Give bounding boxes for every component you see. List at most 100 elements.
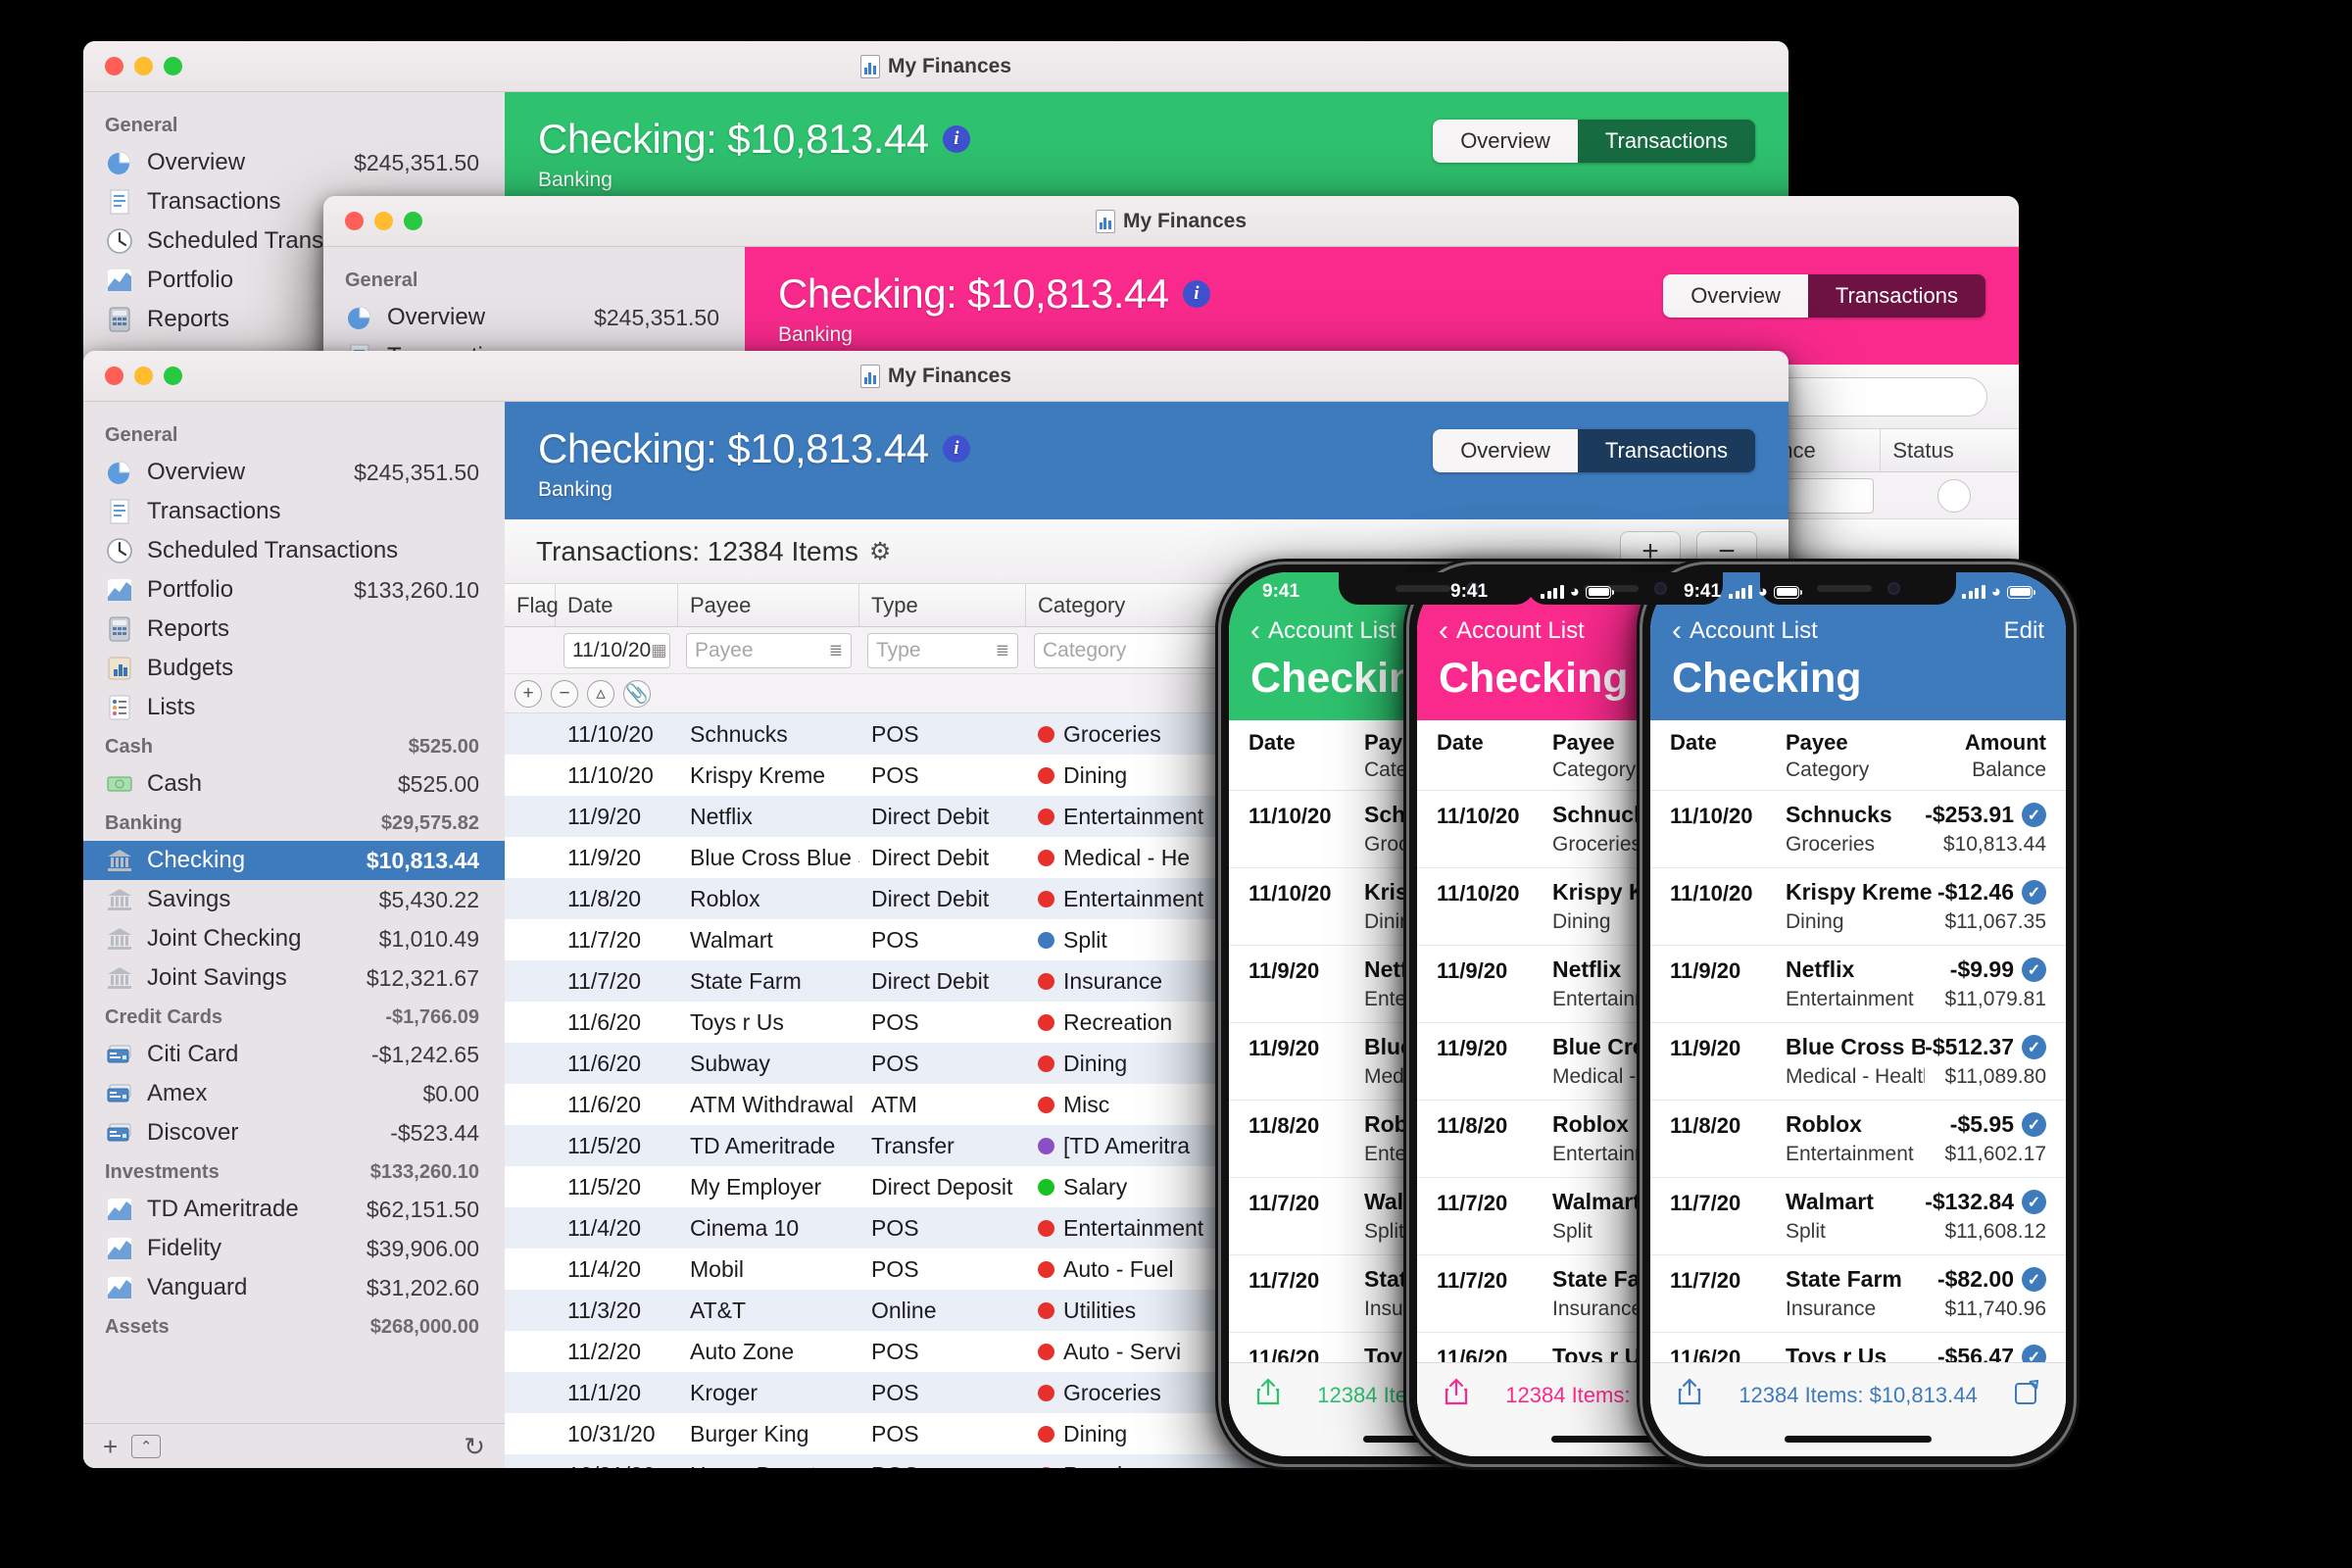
tab-transactions[interactable]: Transactions [1577, 429, 1755, 472]
compose-icon[interactable] [2013, 1377, 2040, 1406]
tab-overview[interactable]: Overview [1433, 120, 1578, 163]
phone-list-blue[interactable]: 11/10/20 Schnucks Groceries -$253.91 ✓ $10,81… [1650, 791, 2066, 1410]
tab-transactions[interactable]: Transactions [1577, 120, 1755, 163]
sidebar-blue[interactable]: General Overview $245,351.50 Transaction… [83, 402, 505, 1468]
window-title-text: My Finances [887, 54, 1012, 77]
sidebar-item-fidelity[interactable]: Fidelity $39,906.00 [83, 1229, 505, 1268]
row-date: 11/10/20 [1437, 881, 1520, 906]
sidebar-item-joint-checking[interactable]: Joint Checking $1,010.49 [83, 919, 505, 958]
info-icon[interactable]: i [942, 435, 970, 463]
type-input[interactable]: Type ≣ [867, 632, 1018, 668]
list-picker-icon[interactable]: ≣ [829, 641, 843, 661]
chevron-left-icon: ‹ [1672, 614, 1682, 647]
tab-overview[interactable]: Overview [1433, 429, 1578, 472]
add-row-icon[interactable]: + [514, 679, 542, 708]
list-picker-icon[interactable]: ≣ [996, 641, 1009, 661]
back-to-account-list[interactable]: ‹ Account List [1672, 614, 1818, 647]
column-date[interactable]: Date [556, 584, 678, 626]
row-balance: $10,813.44 [1942, 833, 2046, 856]
status-filter-toggle[interactable] [1936, 478, 1971, 513]
sidebar-item-label: Citi Card [147, 1041, 239, 1067]
sidebar-item-amex[interactable]: Amex $0.00 [83, 1074, 505, 1113]
cell-date: 11/2/20 [567, 1338, 642, 1364]
sidebar-group-total: $29,575.82 [380, 812, 479, 834]
list-item[interactable]: 11/9/20 Netflix Entertainment -$9.99 ✓ $11,07… [1650, 946, 2066, 1023]
cell-date: 11/7/20 [567, 926, 642, 953]
share-icon[interactable] [1254, 1377, 1282, 1406]
back-to-account-list[interactable]: ‹ Account List [1439, 616, 1585, 646]
list-item[interactable]: 11/9/20 Blue Cross Bl... Medical - Health.… [1650, 1023, 2066, 1101]
sidebar-item-discover[interactable]: Discover -$523.44 [83, 1113, 505, 1152]
sidebar-item-overview[interactable]: Overview $245,351.50 [323, 298, 745, 337]
sidebar-item-portfolio[interactable]: Portfolio $133,260.10 [83, 570, 505, 610]
list-item[interactable]: 11/8/20 Roblox Entertainment -$5.95 ✓ $11,602… [1650, 1101, 2066, 1178]
list-item[interactable]: 11/10/20 Krispy Kreme Dining -$12.46 ✓ $11,06… [1650, 868, 2066, 946]
collapse-button[interactable]: ⌃ [131, 1434, 162, 1458]
sidebar-item-lists[interactable]: Lists [83, 688, 505, 727]
sidebar-item-cash[interactable]: Cash $525.00 [83, 764, 505, 804]
view-segmented-control[interactable]: Overview Transactions [1433, 429, 1755, 472]
cell-date: 11/8/20 [567, 885, 642, 911]
cell-type: Direct Debit [871, 803, 990, 829]
column-type[interactable]: Type [859, 584, 1026, 626]
sidebar-item-vanguard[interactable]: Vanguard $31,202.60 [83, 1268, 505, 1307]
sidebar-item-checking[interactable]: Checking $10,813.44 [83, 841, 505, 880]
sidebar-item-label: Amex [147, 1080, 208, 1106]
info-icon[interactable]: i [942, 125, 970, 153]
row-amount: -$132.84 ✓ [1925, 1189, 2046, 1215]
status-time: 9:41 [1684, 581, 1722, 602]
calendar-icon[interactable]: ▦ [651, 641, 666, 661]
cleared-check-icon: ✓ [2022, 1112, 2046, 1137]
cell-type: POS [871, 1338, 919, 1364]
attachment-icon[interactable]: 📎 [623, 679, 651, 708]
sidebar-item-overview[interactable]: Overview $245,351.50 [83, 453, 505, 492]
sidebar-item-amount: $133,260.10 [354, 576, 479, 603]
back-to-account-list[interactable]: ‹ Account List [1250, 616, 1396, 646]
share-icon[interactable] [1443, 1377, 1470, 1406]
sidebar-item-reports[interactable]: Reports [83, 610, 505, 649]
column-flag[interactable]: Flag [505, 584, 559, 626]
sidebar-item-label: Transactions [147, 498, 281, 524]
view-segmented-control[interactable]: Overview Transactions [1663, 274, 1985, 318]
sidebar-item-scheduled-transactions[interactable]: Scheduled Transactions [83, 531, 505, 570]
list-item[interactable]: 11/10/20 Schnucks Groceries -$253.91 ✓ $10,81… [1650, 791, 2066, 868]
sidebar-item-overview[interactable]: Overview $245,351.50 [83, 143, 505, 182]
row-amount: -$253.91 ✓ [1925, 802, 2046, 828]
sidebar-item-citi-card[interactable]: Citi Card -$1,242.65 [83, 1035, 505, 1074]
pie-chart-icon [105, 458, 134, 487]
cell-date: 11/9/20 [567, 844, 642, 870]
tab-transactions[interactable]: Transactions [1807, 274, 1985, 318]
view-segmented-control[interactable]: Overview Transactions [1433, 120, 1755, 163]
gear-icon[interactable]: ⚙ [869, 537, 891, 566]
list-item[interactable]: 11/7/20 State Farm Insurance -$82.00 ✓ $11,74… [1650, 1255, 2066, 1333]
remove-row-icon[interactable]: − [551, 679, 578, 708]
edit-button[interactable]: Edit [2004, 617, 2044, 645]
row-date: 11/9/20 [1670, 958, 1741, 983]
refresh-icon[interactable]: ↻ [464, 1434, 485, 1459]
payee-input[interactable]: Payee ≣ [686, 632, 852, 668]
tab-overview[interactable]: Overview [1663, 274, 1808, 318]
sidebar-item-td-ameritrade[interactable]: TD Ameritrade $62,151.50 [83, 1190, 505, 1229]
split-icon[interactable]: ▵ [587, 679, 614, 708]
bank-icon [105, 885, 134, 914]
iphone-blue[interactable]: 9:41 ◕ ‹ Account List Edit Checking Date… [1637, 559, 2080, 1470]
add-account-button[interactable]: + [103, 1434, 118, 1459]
pie-chart-icon [345, 303, 374, 332]
column-payee[interactable]: Payee [678, 584, 859, 626]
sidebar-item-joint-savings[interactable]: Joint Savings $12,321.67 [83, 958, 505, 998]
sidebar-item-transactions[interactable]: Transactions [83, 492, 505, 531]
phone-title: Checking [1672, 655, 1862, 702]
column-status[interactable]: Status [1881, 429, 2019, 471]
sidebar-item-budgets[interactable]: Budgets [83, 649, 505, 688]
date-input[interactable]: 11/10/20 ▦ [564, 632, 670, 668]
sidebar-item-amount: $0.00 [422, 1080, 479, 1106]
share-icon[interactable] [1676, 1377, 1703, 1406]
info-icon[interactable]: i [1182, 280, 1210, 308]
row-amount: -$9.99 ✓ [1944, 956, 2046, 983]
money-icon [105, 769, 134, 799]
sidebar-item-savings[interactable]: Savings $5,430.22 [83, 880, 505, 919]
cell-payee: Auto Zone [690, 1338, 795, 1364]
cell-type: POS [871, 1379, 919, 1405]
list-item[interactable]: 11/7/20 Walmart Split -$132.84 ✓ $11,608.12 [1650, 1178, 2066, 1255]
row-amount: -$5.95 ✓ [1944, 1111, 2046, 1138]
